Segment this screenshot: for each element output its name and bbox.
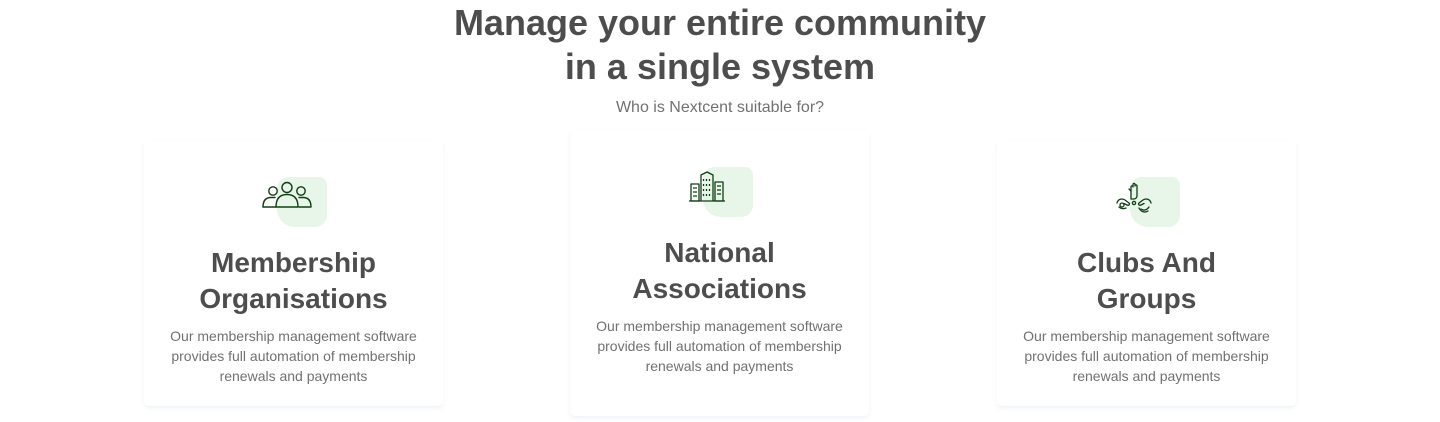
card-title-line-2: Groups — [1096, 283, 1197, 314]
card-description: Our membership management software provi… — [596, 318, 843, 374]
card-icon-container — [1114, 177, 1180, 227]
card-national-associations: National Associations Our membership man… — [570, 130, 869, 416]
card-title-line-1: Clubs And — [1077, 247, 1216, 278]
card-title-line-1: National — [664, 237, 775, 268]
members-group-icon — [261, 181, 312, 208]
card-title: Clubs And Groups — [1017, 245, 1277, 317]
section-heading: Manage your entire community in a single… — [0, 1, 1440, 89]
card-title-line-2: Organisations — [199, 283, 388, 314]
card-title-line-1: Membership — [211, 247, 376, 278]
card-description: Our membership management software provi… — [170, 328, 417, 384]
section-heading-line-1: Manage your entire community — [453, 2, 987, 43]
card-icon-container — [687, 167, 753, 217]
card-icon-container — [261, 177, 327, 227]
section-heading-line-2: in a single system — [564, 46, 876, 87]
card-title: Membership Organisations — [164, 245, 424, 317]
building-icon — [688, 171, 725, 202]
section-subheading: Who is Nextcent suitable for? — [615, 99, 825, 116]
card-title-line-2: Associations — [632, 273, 807, 304]
community-section: Manage your entire community in a single… — [0, 0, 1440, 422]
card-clubs-and-groups: Clubs And Groups Our membership manageme… — [997, 140, 1296, 406]
card-title: National Associations — [590, 235, 850, 307]
card-membership-organisations: Membership Organisations Our membership … — [144, 140, 443, 406]
card-description: Our membership management software provi… — [1023, 328, 1270, 384]
hands-group-icon — [1115, 182, 1152, 213]
